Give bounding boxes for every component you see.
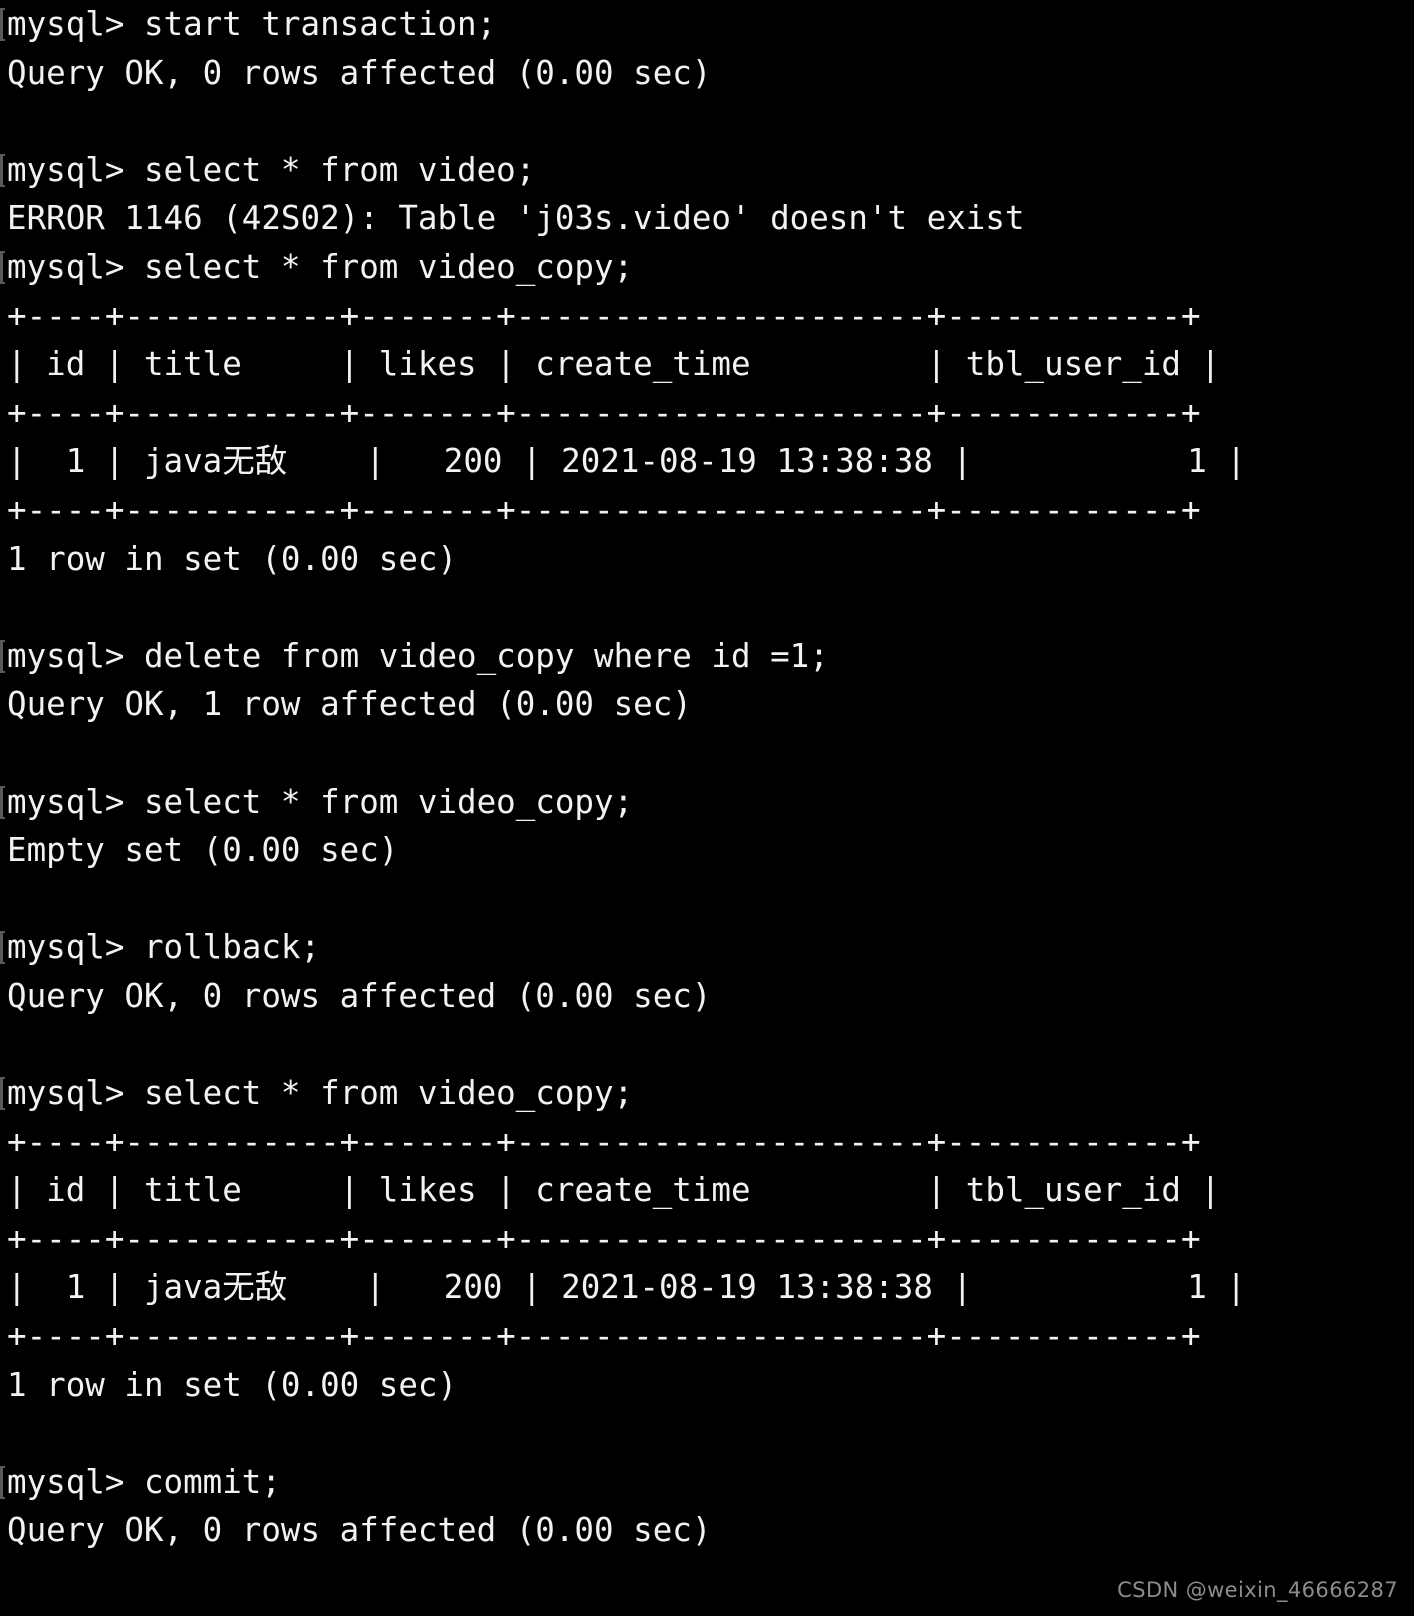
- terminal-prompt-line: mysql> commit;: [0, 1458, 1414, 1507]
- terminal-output-line: Query OK, 1 row affected (0.00 sec): [7, 685, 692, 724]
- terminal-output-line: +----+-----------+-------+--------------…: [7, 393, 1201, 432]
- terminal-output-line: | id | title | likes | create_time | tbl…: [7, 1171, 1221, 1210]
- terminal-output-line: 1 row in set (0.00 sec): [7, 1365, 458, 1404]
- terminal-output-line: Query OK, 0 rows affected (0.00 sec): [7, 976, 712, 1015]
- terminal-prompt-line: mysql> select * from video;: [0, 146, 1414, 195]
- terminal-prompt-line: mysql> delete from video_copy where id =…: [0, 632, 1414, 681]
- terminal-output-line: 1 row in set (0.00 sec): [7, 539, 458, 578]
- terminal-output-line: | id | title | likes | create_time | tbl…: [7, 345, 1221, 384]
- terminal-prompt-line: mysql> select * from video_copy;: [0, 243, 1414, 292]
- terminal-output-line: +----+-----------+-------+--------------…: [7, 1122, 1201, 1161]
- terminal-output-line: Empty set (0.00 sec): [7, 831, 399, 870]
- csdn-watermark: CSDN @weixin_46666287: [1117, 1578, 1398, 1602]
- terminal-output-line: | 1 | java无敌 | 200 | 2021-08-19 13:38:38…: [7, 1268, 1246, 1307]
- terminal-output-line: +----+-----------+-------+--------------…: [7, 490, 1201, 529]
- terminal-output-line: Query OK, 0 rows affected (0.00 sec): [7, 53, 712, 92]
- terminal-prompt-line: mysql> start transaction;: [0, 0, 1414, 49]
- terminal-prompt-line: mysql> select * from video_copy;: [0, 778, 1414, 827]
- terminal-output-line: | 1 | java无敌 | 200 | 2021-08-19 13:38:38…: [7, 442, 1246, 481]
- terminal-output-line: +----+-----------+-------+--------------…: [7, 1317, 1201, 1356]
- terminal-prompt-line: mysql> select * from video_copy;: [0, 1069, 1414, 1118]
- terminal-prompt-line: mysql> rollback;: [0, 923, 1414, 972]
- terminal-output-line: ERROR 1146 (42S02): Table 'j03s.video' d…: [7, 199, 1025, 238]
- terminal-output[interactable]: mysql> start transaction; Query OK, 0 row…: [0, 0, 1414, 1616]
- terminal-output-line: +----+-----------+-------+--------------…: [7, 296, 1201, 335]
- terminal-output-line: +----+-----------+-------+--------------…: [7, 1219, 1201, 1258]
- terminal-output-line: Query OK, 0 rows affected (0.00 sec): [7, 1511, 712, 1550]
